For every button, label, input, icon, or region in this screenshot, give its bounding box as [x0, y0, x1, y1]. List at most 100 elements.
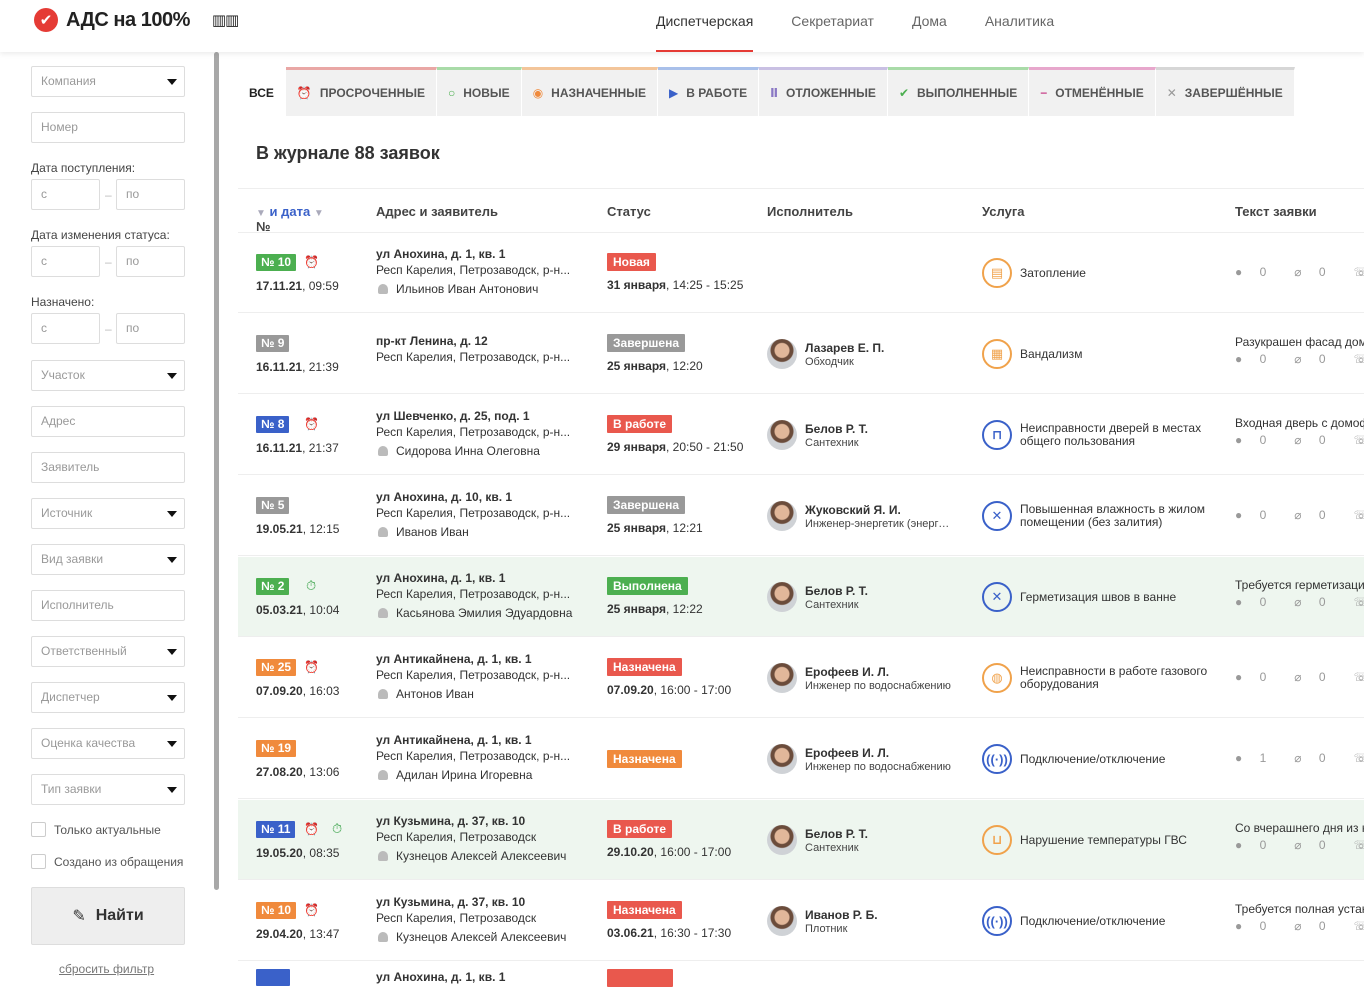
request-number-badge[interactable]: № 5 [256, 497, 290, 514]
person-icon [378, 851, 388, 861]
address-cell[interactable]: ул Кузьмина, д. 37, кв. 10 Респ Карелия, … [376, 813, 586, 864]
reset-filter-link[interactable]: сбросить фильтр [59, 962, 154, 976]
address-cell[interactable]: ул Анохина, д. 10, кв. 1 Респ Карелия, Пе… [376, 489, 586, 540]
tab-2[interactable]: ○ НОВЫЕ [437, 67, 522, 116]
request-number-badge[interactable]: № 2 [256, 578, 290, 595]
tab-0[interactable]: ВСЕ [238, 67, 286, 116]
status-badge: Выполнена [607, 577, 688, 595]
tab-1[interactable]: ⏰ ПРОСРОЧЕННЫЕ [285, 67, 438, 116]
service: ✕ Повышенная влажность в жилом помещении … [982, 501, 1210, 531]
tab-7[interactable]: − ОТМЕНЁННЫЕ [1029, 67, 1156, 116]
table-row[interactable]: № 25 ⏰ 07.09.20, 16:03 ул Антикайнена, д. 1… [238, 638, 1364, 718]
address-cell[interactable]: ул Антикайнена, д. 1, кв. 1 Респ Карелия,… [376, 732, 586, 783]
row-address: ул Шевченко, д. 25, под. 1 [376, 409, 530, 423]
grid-icon: ▦ [982, 339, 1012, 369]
tab-4[interactable]: ▶ В РАБОТЕ [657, 67, 760, 116]
date-status-to[interactable]: по [116, 246, 185, 277]
nav-analytics[interactable]: Аналитика [985, 0, 1054, 52]
date-received-to[interactable]: по [116, 179, 185, 210]
applicant-input[interactable]: Заявитель [31, 452, 185, 483]
executor[interactable]: Ерофеев И. Л. Инженер по водоснабжению [767, 744, 951, 774]
dispatcher-select[interactable]: Диспетчер [31, 682, 185, 713]
paperclip-icon: ⌀ [1294, 838, 1305, 852]
request-number-badge[interactable]: № 19 [256, 740, 297, 757]
request-text: Входная дверь с домофоном [1235, 416, 1364, 430]
request-number-badge[interactable]: № 25 [256, 659, 297, 676]
table-row[interactable]: № 9 16.11.21, 21:39 пр-кт Ленина, д. 12 Рес… [238, 314, 1364, 394]
type-select[interactable]: Тип заявки [31, 774, 185, 805]
table-row[interactable]: № 10 ⏰ 29.04.20, 13:47 ул Кузьмина, д. 37, … [238, 881, 1364, 961]
request-number-badge[interactable]: № 10 [256, 254, 297, 271]
executor[interactable]: Иванов Р. Б. Плотник [767, 906, 878, 936]
nav-houses[interactable]: Дома [912, 0, 947, 52]
logo[interactable]: ✔ АДС на 100% ▥▥ [34, 8, 239, 32]
address-cell[interactable]: пр-кт Ленина, д. 12 Респ Карелия, Петроза… [376, 333, 586, 365]
status-badge: Назначена [607, 750, 682, 768]
executor-input[interactable]: Исполнитель [31, 590, 185, 621]
attachment-count: ⌀ 0 [1294, 352, 1339, 366]
address-cell[interactable]: ул Антикайнена, д. 1, кв. 1 Респ Карелия,… [376, 651, 586, 702]
nav-dispatch[interactable]: Диспетчерская [656, 0, 754, 52]
tab-8[interactable]: ✕ ЗАВЕРШЁННЫЕ [1155, 67, 1295, 116]
responsible-select[interactable]: Ответственный [31, 636, 185, 667]
only-actual-checkbox[interactable]: Только актуальные [31, 822, 161, 837]
status-time: 29 января, 20:50 - 21:50 [607, 440, 744, 454]
source-select[interactable]: Источник [31, 498, 185, 529]
assigned-from[interactable]: с [31, 313, 100, 344]
date-sort-label[interactable]: и дата [270, 204, 311, 219]
executor[interactable]: Белов Р. Т. Сантехник [767, 420, 868, 450]
filter-sidebar: Компания Номер Дата поступления: с – по … [0, 52, 236, 992]
date-dash: – [105, 322, 112, 336]
service: ✕ Герметизация швов в ванне [982, 582, 1176, 612]
area-select[interactable]: Участок [31, 360, 185, 391]
table-row[interactable]: № 19 27.08.20, 13:06 ул Антикайнена, д. 1,… [238, 719, 1364, 799]
status-time: 25 января, 12:21 [607, 521, 703, 535]
assigned-to[interactable]: по [116, 313, 185, 344]
table-row[interactable]: ул Анохина, д. 1, кв. 1 [238, 961, 1364, 992]
comment-icon: ● [1235, 919, 1246, 933]
number-input[interactable]: Номер [31, 112, 185, 143]
find-button[interactable]: ✎ Найти [31, 887, 185, 945]
executor[interactable]: Белов Р. Т. Сантехник [767, 582, 868, 612]
table-row[interactable]: № 10 ⏰ 17.11.21, 09:59 ул Анохина, д. 1, кв… [238, 233, 1364, 313]
comment-count: ● 0 [1235, 919, 1280, 933]
table-row[interactable]: № 5 19.05.21, 12:15 ул Анохина, д. 10, кв.… [238, 476, 1364, 556]
quality-select[interactable]: Оценка качества [31, 728, 185, 759]
tab-label: НОВЫЕ [463, 86, 510, 100]
address-cell[interactable]: ул Анохина, д. 1, кв. 1 Респ Карелия, Пет… [376, 246, 586, 297]
table-row[interactable]: № 8 ⏰ 16.11.21, 21:37 ул Шевченко, д. 25, п… [238, 395, 1364, 475]
tab-5[interactable]: Ⅱ ОТЛОЖЕННЫЕ [759, 67, 888, 116]
avatar [767, 906, 797, 936]
executor[interactable]: Жуковский Я. И. Инженер-энергетик (энерго… [767, 501, 955, 531]
tab-3[interactable]: ◉ НАЗНАЧЕННЫЕ [521, 67, 658, 116]
address-cell[interactable]: ул Шевченко, д. 25, под. 1 Респ Карелия, … [376, 408, 586, 459]
request-number-badge[interactable]: № 9 [256, 335, 290, 352]
num-sort-header[interactable]: № ▼ и дата ▼ [256, 204, 324, 234]
table-row[interactable]: № 2 ⏱ 05.03.21, 10:04 ул Анохина, д. 1, кв.… [238, 557, 1364, 637]
request-number-badge[interactable]: № 10 [256, 902, 297, 919]
executor[interactable]: Лазарев Е. П. Обходчик [767, 339, 884, 369]
request-number-badge[interactable]: № 11 [256, 821, 296, 838]
date-status-from[interactable]: с [31, 246, 100, 277]
table-row[interactable]: № 11 ⏰ ⏱ 19.05.20, 08:35 ул Кузьмина, д. 37,… [238, 800, 1364, 880]
books-icon[interactable]: ▥▥ [212, 11, 239, 29]
service-name: Неисправности дверей в местах общего пол… [1020, 421, 1202, 448]
nav-secretariat[interactable]: Секретариат [791, 0, 874, 52]
executor[interactable]: Белов Р. Т. Сантехник [767, 825, 868, 855]
sidebar-scrollbar[interactable] [214, 52, 219, 890]
address-cell[interactable]: ул Анохина, д. 1, кв. 1 Респ Карелия, Пет… [376, 570, 586, 621]
executor[interactable]: Ерофеев И. Л. Инженер по водоснабжению [767, 663, 951, 693]
checkbox-box[interactable] [31, 822, 46, 837]
kind-select[interactable]: Вид заявки [31, 544, 185, 575]
checkbox-box[interactable] [31, 854, 46, 869]
request-date-value: 19.05.21 [256, 522, 303, 536]
address-input[interactable]: Адрес [31, 406, 185, 437]
from-call-checkbox[interactable]: Создано из обращения [31, 854, 183, 869]
tab-6[interactable]: ✔ ВЫПОЛНЕННЫЕ [887, 67, 1030, 116]
date-received-from[interactable]: с [31, 179, 100, 210]
address-cell[interactable]: ул Кузьмина, д. 37, кв. 10 Респ Карелия, … [376, 894, 586, 945]
status-time: 03.06.21, 16:30 - 17:30 [607, 926, 732, 940]
request-number-badge[interactable]: № 8 [256, 416, 290, 433]
company-select[interactable]: Компания [31, 66, 185, 97]
request-number-badge[interactable] [256, 969, 290, 986]
